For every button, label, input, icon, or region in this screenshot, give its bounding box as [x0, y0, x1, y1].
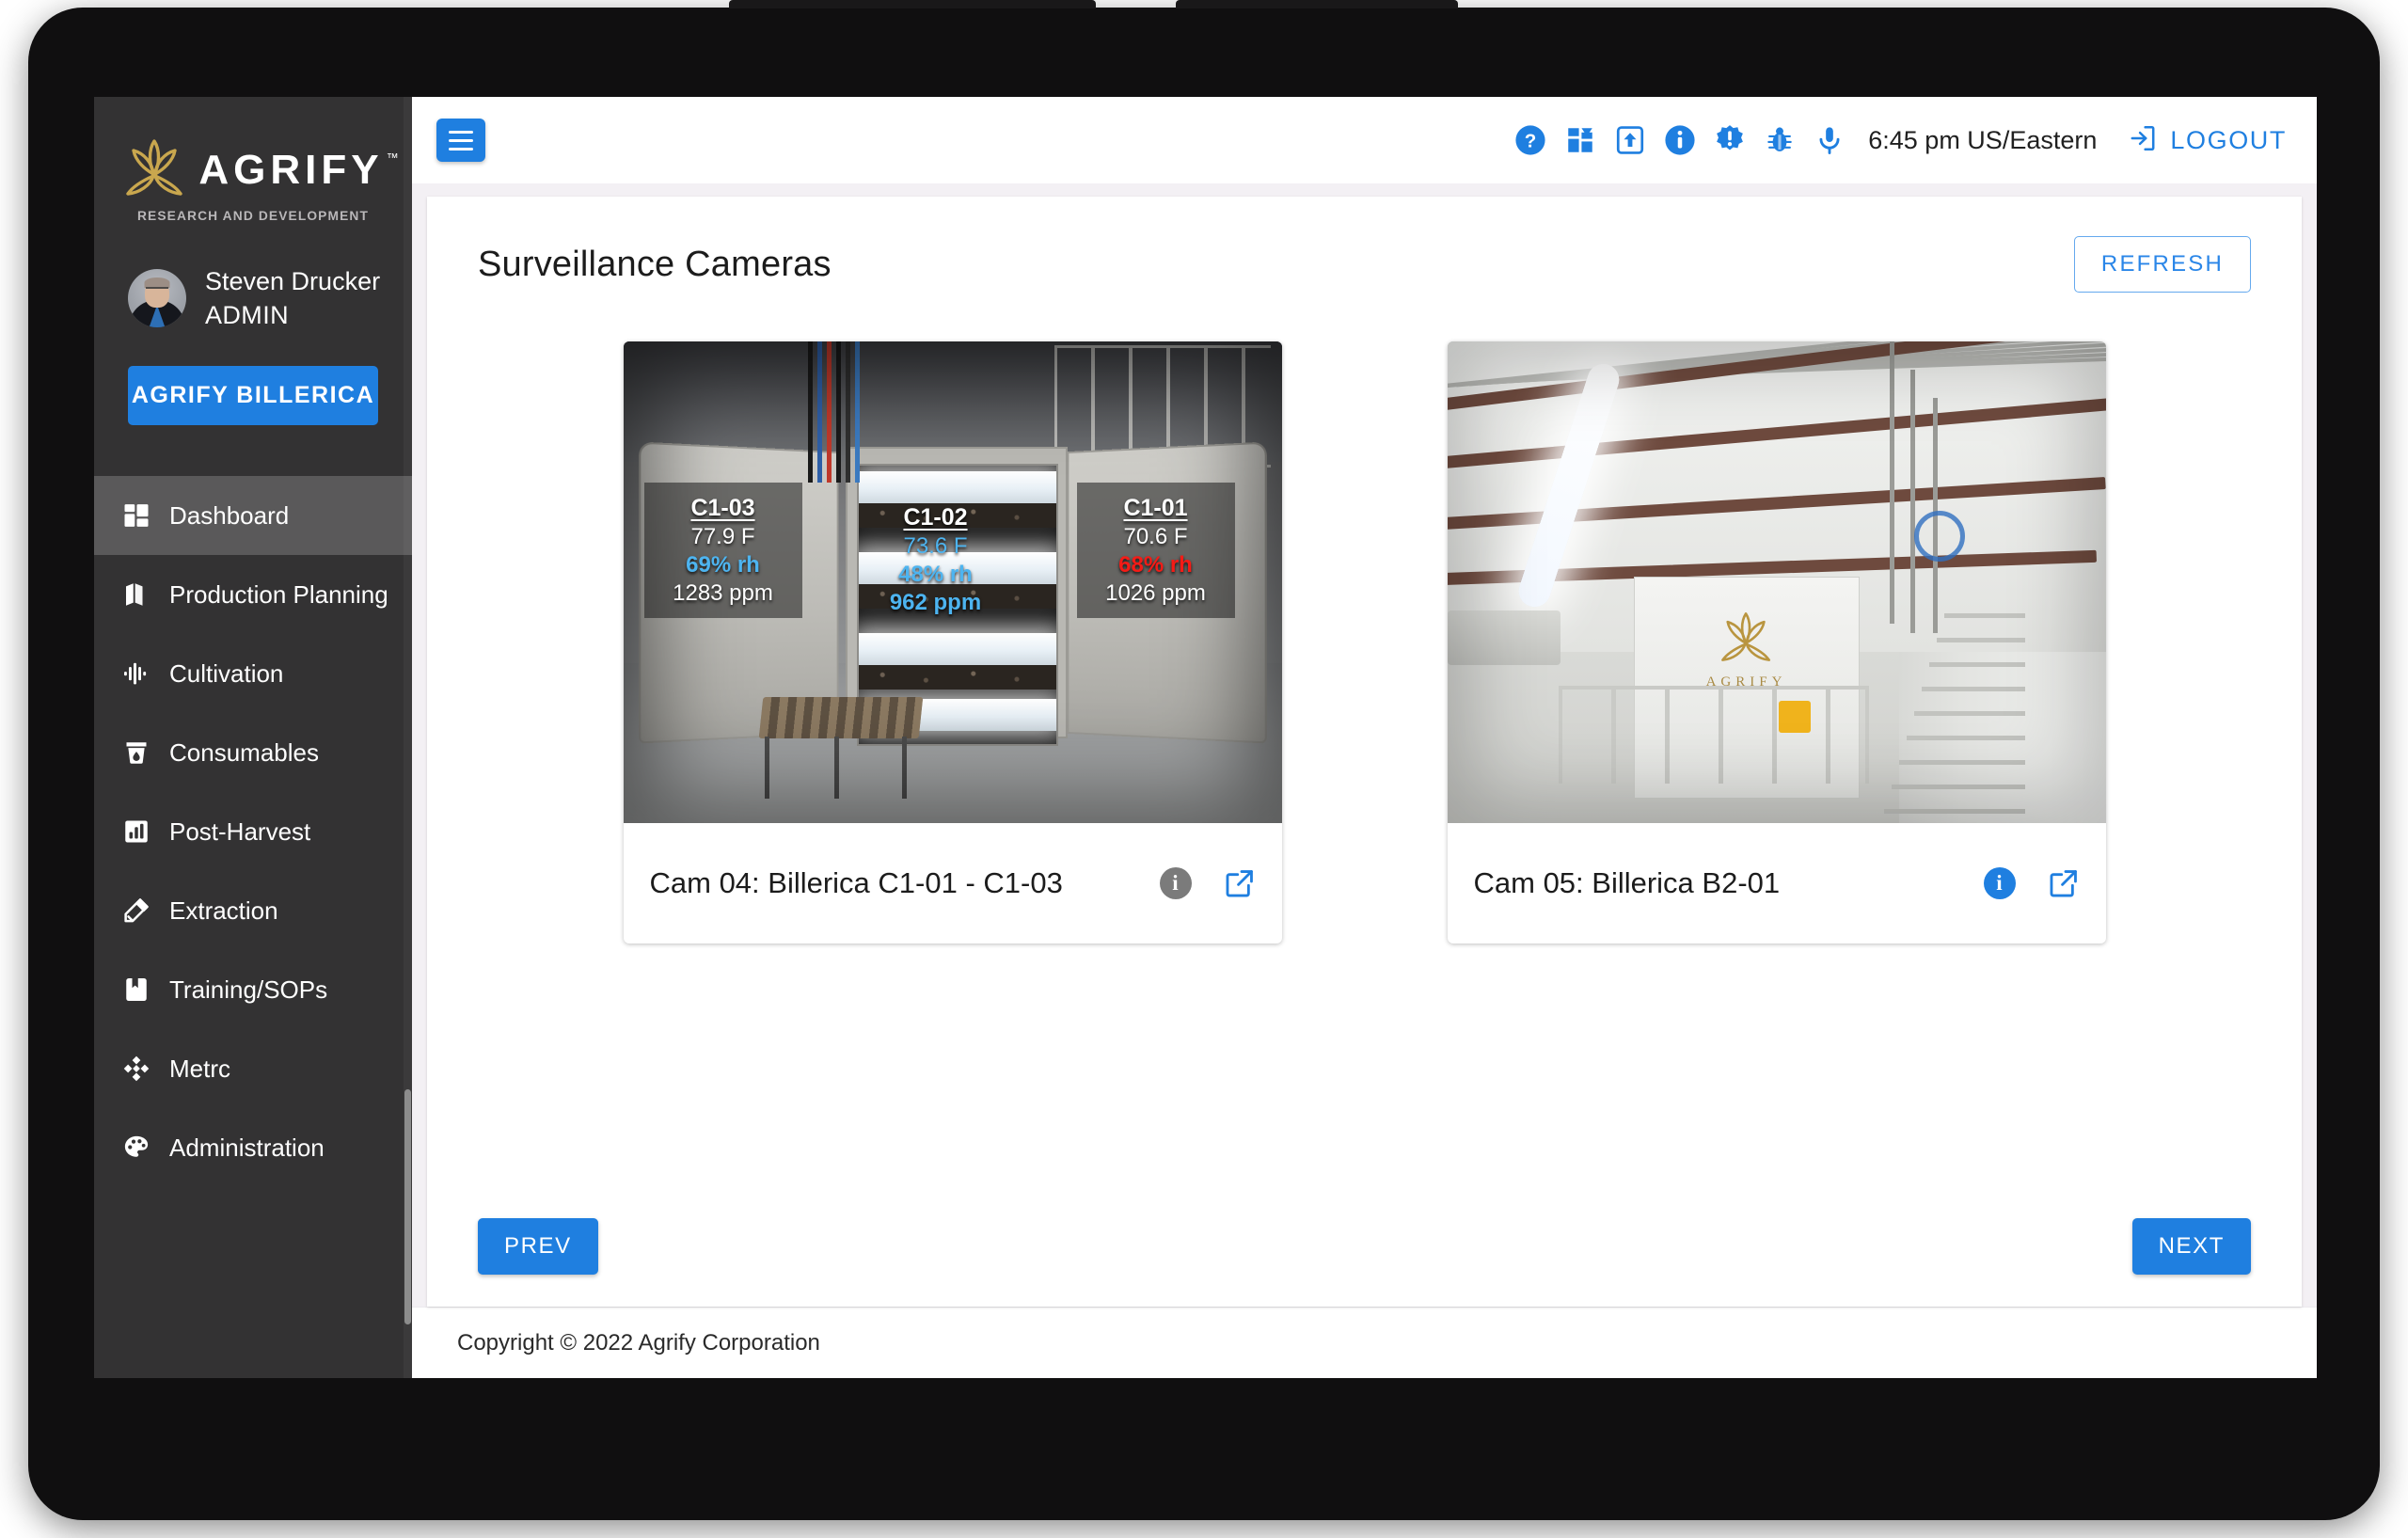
logout-label: LOGOUT	[2170, 125, 2287, 154]
logout-button[interactable]: LOGOUT	[2128, 123, 2287, 158]
info-circle-icon[interactable]: i	[1983, 867, 2016, 899]
user-name: Steven Drucker	[205, 267, 381, 295]
tablet-frame: AGRIFY ™ RESEARCH AND DEVELOPMENT Steven …	[28, 0, 2380, 1520]
sidebar-item-label: Post-Harvest	[169, 817, 311, 846]
refresh-button[interactable]: REFRESH	[2073, 236, 2251, 293]
external-link-icon[interactable]	[1224, 867, 1256, 899]
main-area: ? 6:45 pm US/Eastern LOGOUT Surveillance…	[412, 97, 2317, 1378]
external-link-icon[interactable]	[2048, 867, 2080, 899]
sidebar-item-administration[interactable]: Administration	[94, 1108, 412, 1187]
dashboard-icon	[122, 501, 150, 530]
camera-caption: Cam 04: Billerica C1-01 - C1-03 i	[624, 823, 1282, 943]
camera-card[interactable]: C1-03 77.9 F 69% rh 1283 ppm C1-02 73.6 F 48% …	[623, 341, 1282, 943]
user-profile[interactable]: Steven Drucker ADMIN	[94, 223, 412, 332]
sidebar-item-label: Training/SOPs	[169, 975, 328, 1004]
sidebar-item-label: Administration	[169, 1133, 325, 1162]
sensor-temperature: 73.6 F	[903, 533, 968, 559]
agrify-leaf-icon	[122, 136, 186, 203]
sidebar-item-label: Dashboard	[169, 500, 290, 530]
camera-name: Cam 04: Billerica C1-01 - C1-03	[649, 866, 1063, 899]
sidebar-item-label: Extraction	[169, 896, 278, 925]
sidebar-item-label: Metrc	[169, 1054, 230, 1083]
sidebar-scrollbar-thumb[interactable]	[404, 1089, 411, 1324]
sensor-humidity: 48% rh	[898, 561, 973, 587]
sensor-temperature: 77.9 F	[690, 524, 755, 549]
sensor-co2: 1283 ppm	[673, 579, 773, 606]
sensor-overlay: C1-02 73.6 F 48% rh 962 ppm	[842, 503, 1030, 616]
prev-button[interactable]: PREV	[478, 1218, 598, 1275]
sidebar-item-label: Cultivation	[169, 658, 284, 688]
pagination: PREV NEXT	[427, 1218, 2302, 1307]
bug-icon[interactable]	[1763, 123, 1797, 157]
page-title: Surveillance Cameras	[478, 244, 832, 284]
sensor-co2: 1026 ppm	[1105, 579, 1206, 606]
sidebar-item-extraction[interactable]: Extraction	[94, 871, 412, 950]
info-circle-icon[interactable]: i	[1159, 867, 1192, 899]
brand-tagline: RESEARCH AND DEVELOPMENT	[136, 209, 369, 223]
next-button[interactable]: NEXT	[2131, 1218, 2251, 1275]
alert-badge-icon[interactable]	[1713, 123, 1747, 157]
content-wrapper: Surveillance Cameras REFRESH C1-03 77.9 F…	[412, 183, 2317, 1307]
camera-card[interactable]: AGRIFY Cam 05: Billerica B2-01 i	[1447, 341, 2106, 943]
palette-icon	[122, 1134, 150, 1162]
sidebar-item-label: Consumables	[169, 737, 319, 767]
avatar	[128, 269, 186, 328]
sensor-humidity: 68% rh	[1118, 551, 1193, 578]
sensor-id: C1-03	[690, 495, 755, 521]
logout-icon	[2128, 123, 2158, 158]
apps-grid-icon[interactable]	[1563, 123, 1597, 157]
sidebar: AGRIFY ™ RESEARCH AND DEVELOPMENT Steven …	[94, 97, 412, 1378]
camera-grid: C1-03 77.9 F 69% rh 1283 ppm C1-02 73.6 F 48% …	[427, 293, 2302, 943]
trademark-symbol: ™	[386, 150, 399, 165]
sidebar-item-metrc[interactable]: Metrc	[94, 1029, 412, 1108]
sidebar-scrollbar[interactable]	[404, 97, 412, 1378]
waveform-icon	[122, 659, 150, 688]
upload-box-icon[interactable]	[1613, 123, 1647, 157]
sidebar-item-production-planning[interactable]: Production Planning	[94, 555, 412, 634]
sensor-humidity: 69% rh	[686, 551, 760, 578]
sensor-temperature: 70.6 F	[1123, 524, 1188, 549]
brand-name: AGRIFY ™	[198, 146, 399, 193]
camera-name: Cam 05: Billerica B2-01	[1473, 866, 1781, 899]
sensor-id: C1-01	[1123, 495, 1188, 521]
metrc-diamond-icon	[122, 1054, 150, 1083]
sidebar-item-consumables[interactable]: Consumables	[94, 713, 412, 792]
camera-actions: i	[1983, 867, 2080, 899]
sidebar-item-label: Production Planning	[169, 579, 388, 609]
sensor-co2: 962 ppm	[889, 589, 982, 615]
copyright-text: Copyright © 2022 Agrify Corporation	[457, 1329, 820, 1356]
panel-header: Surveillance Cameras REFRESH	[427, 197, 2302, 293]
sidebar-item-training-sops[interactable]: Training/SOPs	[94, 950, 412, 1029]
sidebar-item-cultivation[interactable]: Cultivation	[94, 634, 412, 713]
sidebar-item-dashboard[interactable]: Dashboard	[94, 476, 412, 556]
camera-actions: i	[1159, 867, 1256, 899]
dropper-icon	[122, 896, 150, 925]
site-selector-button[interactable]: AGRIFY BILLERICA	[128, 366, 378, 426]
help-circle-icon[interactable]: ?	[1513, 123, 1547, 157]
svg-text:?: ?	[1525, 131, 1537, 152]
camera-feed[interactable]: C1-03 77.9 F 69% rh 1283 ppm C1-02 73.6 F 48% …	[623, 341, 1282, 823]
hamburger-icon[interactable]	[436, 119, 485, 162]
brand-logo: AGRIFY ™ RESEARCH AND DEVELOPMENT	[94, 97, 412, 223]
book-icon	[122, 975, 150, 1004]
topbar-actions: ? 6:45 pm US/Eastern LOGOUT	[1513, 123, 2287, 158]
info-circle-icon[interactable]	[1663, 123, 1697, 157]
clock: 6:45 pm US/Eastern	[1868, 125, 2098, 154]
sensor-overlay: C1-03 77.9 F 69% rh 1283 ppm	[643, 483, 802, 619]
sensor-overlay: C1-01 70.6 F 68% rh 1026 ppm	[1076, 483, 1235, 619]
camera-feed[interactable]: AGRIFY	[1447, 341, 2106, 823]
sidebar-item-post-harvest[interactable]: Post-Harvest	[94, 792, 412, 871]
cup-icon	[122, 738, 150, 767]
topbar: ? 6:45 pm US/Eastern LOGOUT	[412, 97, 2317, 183]
user-role: ADMIN	[205, 301, 289, 330]
surveillance-panel: Surveillance Cameras REFRESH C1-03 77.9 F…	[427, 197, 2302, 1307]
camera-caption: Cam 05: Billerica B2-01 i	[1448, 823, 2106, 943]
screen: AGRIFY ™ RESEARCH AND DEVELOPMENT Steven …	[94, 97, 2317, 1378]
sidebar-nav: Dashboard Production Planning Cultivation C…	[94, 476, 412, 1187]
footer: Copyright © 2022 Agrify Corporation	[412, 1307, 2317, 1378]
bar-chart-icon	[122, 817, 150, 846]
map-icon	[122, 580, 150, 609]
sensor-id: C1-02	[903, 504, 968, 531]
microphone-icon[interactable]	[1813, 123, 1846, 157]
